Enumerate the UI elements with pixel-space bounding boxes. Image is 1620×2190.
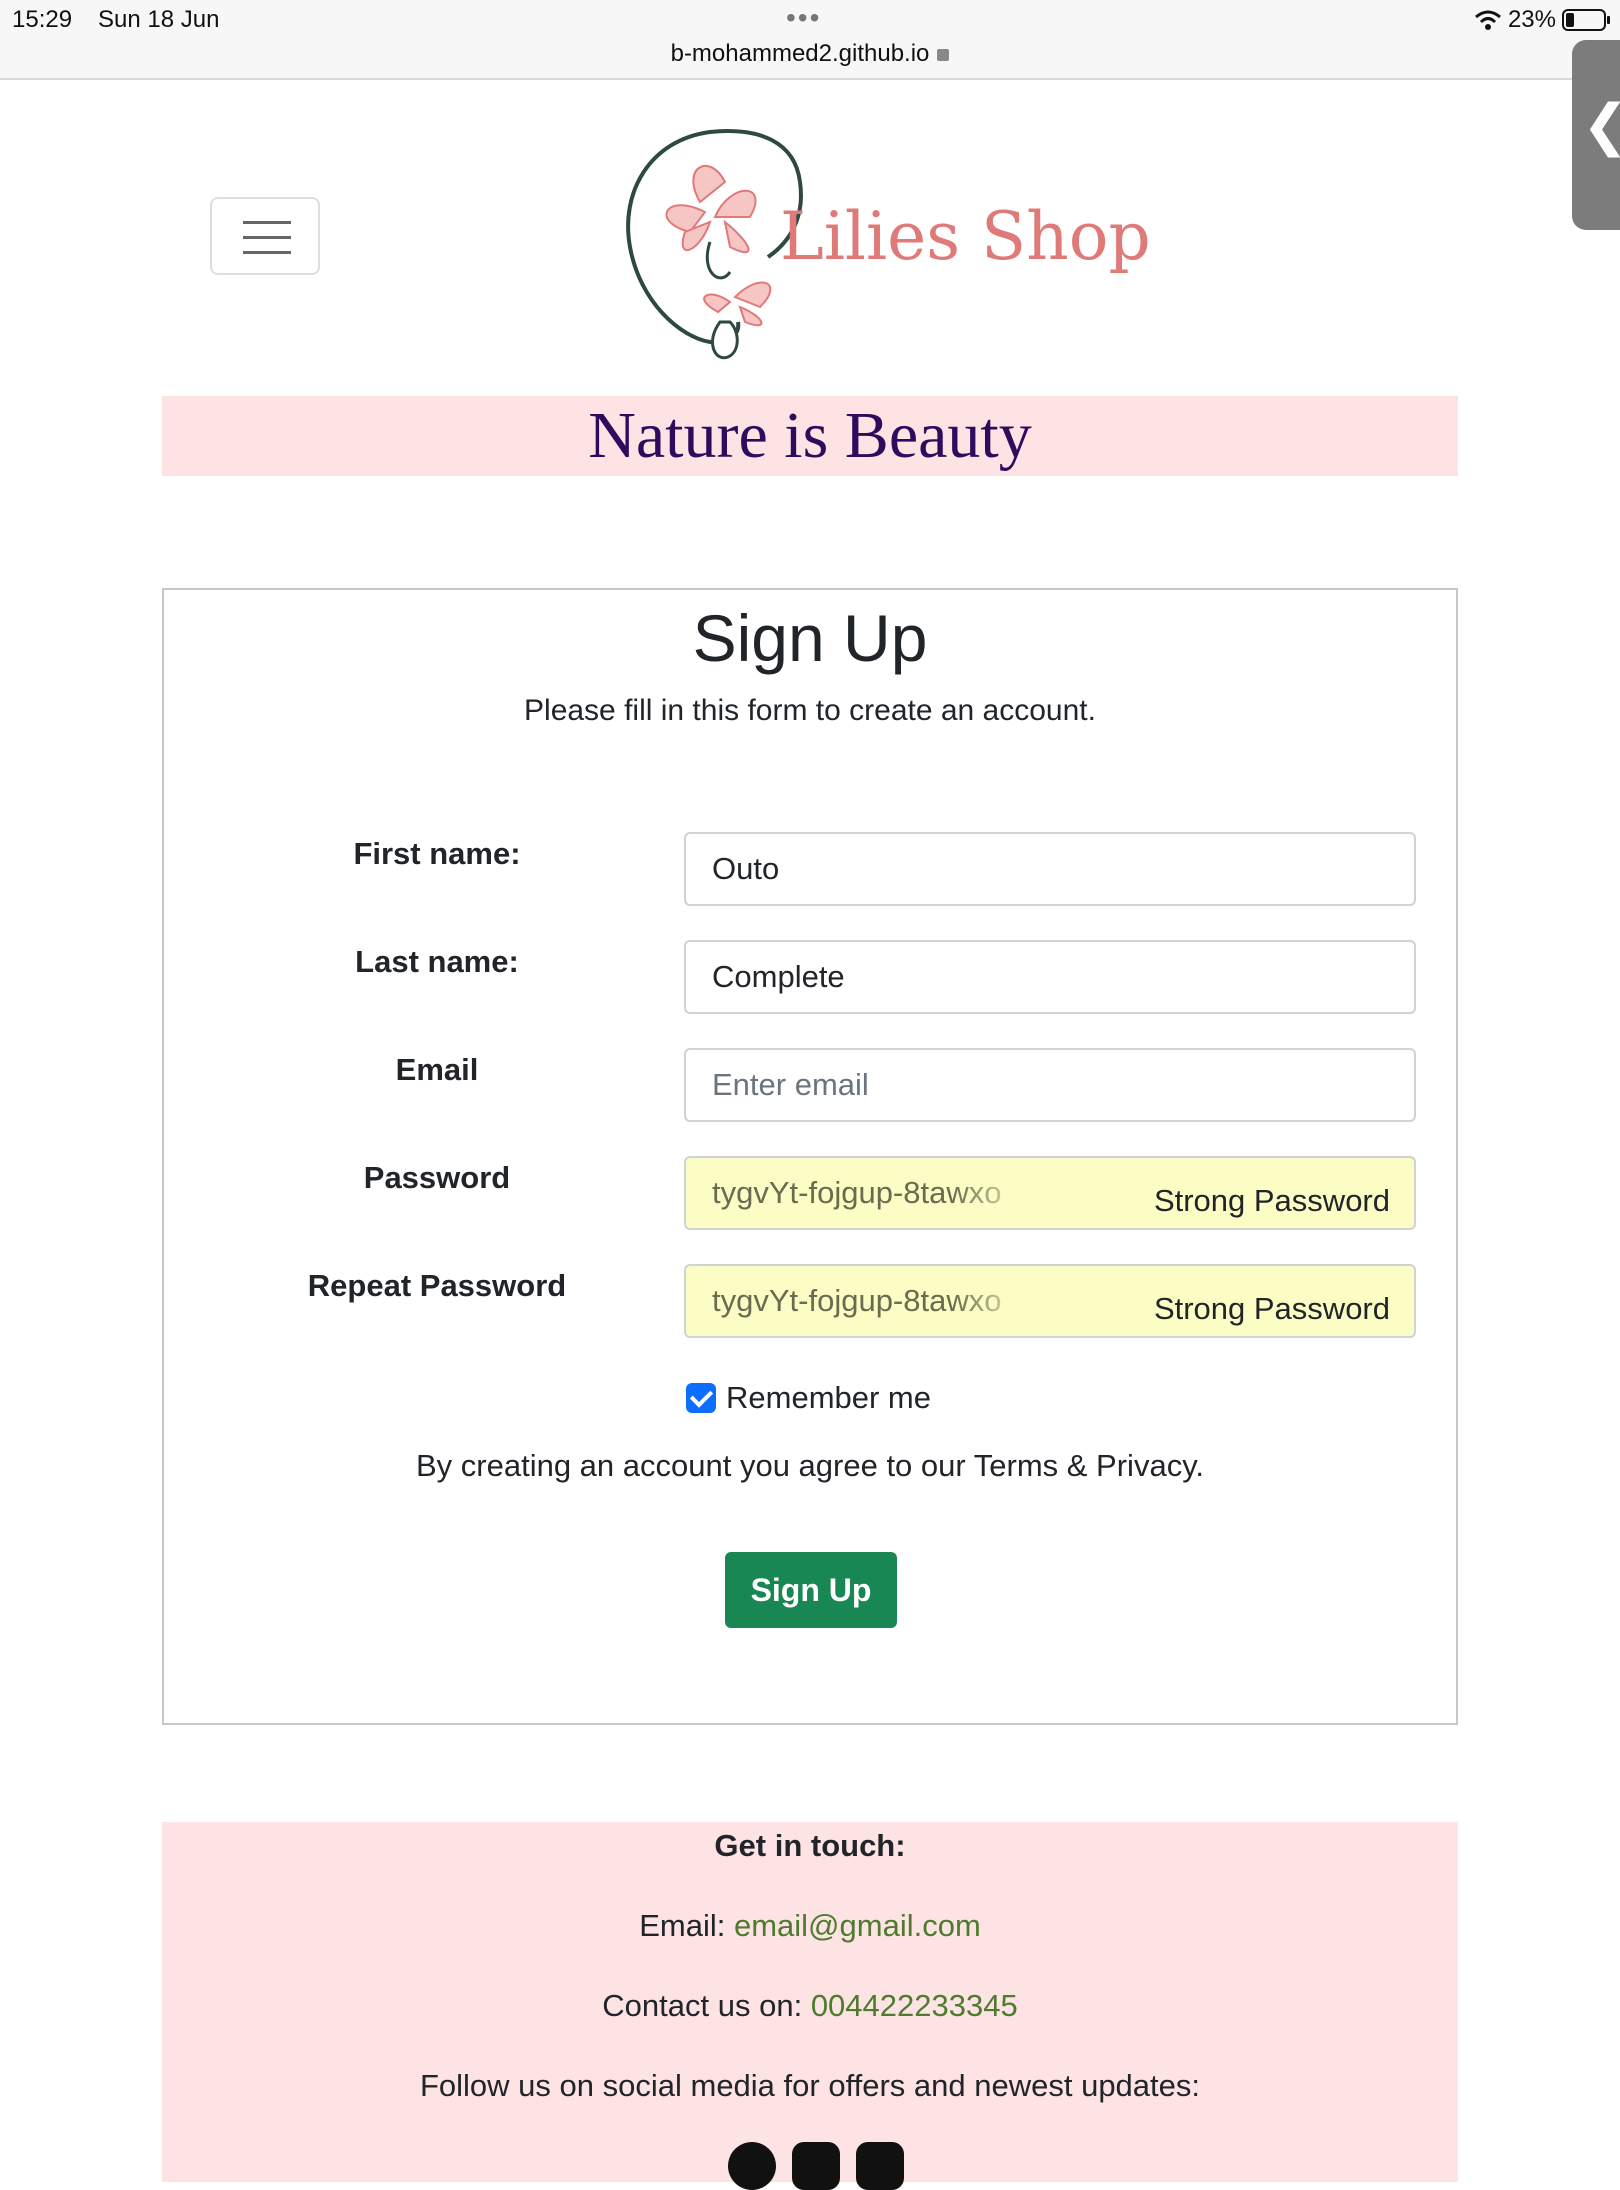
strong-password-hint[interactable]: Strong Password bbox=[1154, 1166, 1390, 1228]
address-bar[interactable]: b-mohammed2.github.io bbox=[0, 40, 1620, 68]
strong-password-hint[interactable]: Strong Password bbox=[1154, 1274, 1390, 1336]
wifi-icon bbox=[1474, 10, 1501, 30]
first-name-label: First name: bbox=[353, 836, 521, 871]
email-field[interactable]: Enter email bbox=[684, 1048, 1416, 1122]
sign-up-button[interactable]: Sign Up bbox=[725, 1552, 897, 1628]
footer: Get in touch: Email: email@gmail.com Con… bbox=[162, 1822, 1458, 2190]
email-link[interactable]: email@gmail.com bbox=[734, 1908, 981, 1943]
tagline: Nature is Beauty bbox=[588, 399, 1032, 472]
battery-percent: 23% bbox=[1507, 6, 1556, 33]
side-panel-handle[interactable]: ❮ bbox=[1572, 40, 1620, 230]
last-name-label: Last name: bbox=[355, 944, 519, 979]
contact-label: Contact us on: bbox=[602, 1988, 803, 2023]
form-subtitle: Please fill in this form to create an ac… bbox=[524, 694, 1096, 727]
terms-text: By creating an account you agree to our … bbox=[415, 1448, 1205, 1483]
url-text: b-mohammed2.github.io bbox=[670, 40, 930, 67]
menu-toggle-button[interactable] bbox=[210, 197, 320, 275]
lock-icon bbox=[937, 49, 950, 61]
footer-heading: Get in touch: bbox=[714, 1828, 906, 1863]
logo-text[interactable]: Lilies Shop bbox=[780, 198, 1151, 275]
status-time: 15:29 bbox=[12, 6, 73, 33]
last-name-field[interactable]: Complete bbox=[684, 940, 1416, 1014]
repeat-password-field[interactable]: tygvYt-fojgup-8tawxo Strong Password bbox=[684, 1264, 1416, 1338]
first-name-field[interactable]: Outo bbox=[684, 832, 1416, 906]
status-bar: 15:29 Sun 18 Jun ••• b-mohammed2.github.… bbox=[0, 0, 1620, 80]
status-date: Sun 18 Jun bbox=[98, 6, 220, 33]
remember-me[interactable]: Remember me bbox=[686, 1380, 931, 1416]
footer-contact-line: Contact us on: 004422233345 bbox=[162, 1988, 1458, 2024]
youtube-icon[interactable] bbox=[856, 2142, 904, 2190]
more-dots-icon[interactable]: ••• bbox=[786, 4, 821, 32]
remember-me-label[interactable]: Remember me bbox=[726, 1380, 931, 1416]
repeat-password-label: Repeat Password bbox=[307, 1268, 567, 1303]
signup-form: Sign Up Please fill in this form to crea… bbox=[162, 588, 1458, 1725]
hamburger-icon bbox=[243, 221, 291, 224]
battery-icon bbox=[1562, 9, 1610, 31]
facebook-icon[interactable] bbox=[728, 2142, 776, 2190]
social-links bbox=[728, 2142, 904, 2190]
chevron-left-icon: ❮ bbox=[1582, 92, 1620, 158]
footer-email-line: Email: email@gmail.com bbox=[162, 1908, 1458, 1944]
instagram-icon[interactable] bbox=[792, 2142, 840, 2190]
status-indicators: 23% bbox=[1474, 6, 1610, 34]
tagline-banner: Nature is Beauty bbox=[162, 396, 1458, 476]
repeat-password-value: tygvYt-fojgup-8tawxo bbox=[712, 1283, 1002, 1318]
password-value: tygvYt-fojgup-8tawxo bbox=[712, 1175, 1002, 1210]
phone-link[interactable]: 004422233345 bbox=[811, 1988, 1018, 2023]
password-label: Password bbox=[363, 1160, 511, 1195]
remember-me-checkbox[interactable] bbox=[686, 1383, 716, 1413]
email-label: Email bbox=[395, 1052, 479, 1087]
follow-text: Follow us on social media for offers and… bbox=[419, 2068, 1201, 2103]
password-field[interactable]: tygvYt-fojgup-8tawxo Strong Password bbox=[684, 1156, 1416, 1230]
email-label: Email: bbox=[639, 1908, 726, 1943]
form-title: Sign Up bbox=[692, 601, 928, 675]
